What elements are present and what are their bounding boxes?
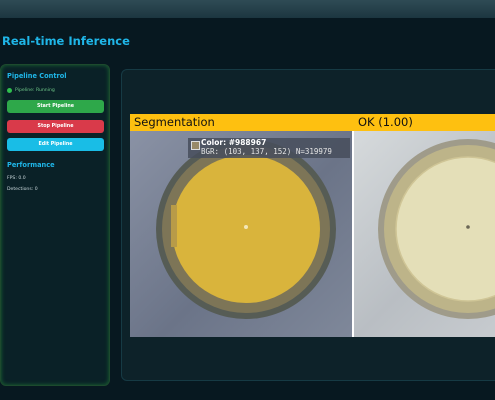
edit-pipeline-button[interactable]: Edit Pipeline (7, 138, 104, 151)
app-top-bar (0, 0, 495, 18)
ok-view (354, 131, 495, 337)
ok-result-label: OK (1.00) (358, 115, 413, 129)
fps-value: FPS: 0.0 (7, 176, 26, 181)
performance-title: Performance (7, 161, 55, 169)
segmentation-image (156, 139, 336, 319)
page-title: Real-time Inference (2, 34, 130, 48)
color-info-overlay: Color: #988967 BGR: (103, 137, 152) N=31… (188, 138, 350, 158)
start-pipeline-button[interactable]: Start Pipeline (7, 100, 104, 113)
pipeline-status: Pipeline: Running (7, 88, 55, 93)
detections-value: Detections: 0 (7, 187, 38, 192)
bgr-label: BGR: (103, 137, 152) N=319979 (201, 147, 332, 156)
pipeline-control-title: Pipeline Control (7, 72, 67, 80)
color-hex-label: Color: #988967 (201, 138, 267, 147)
pipeline-sidebar: Pipeline Control Pipeline: Running Start… (0, 64, 110, 386)
color-swatch (191, 141, 200, 150)
result-header: Segmentation OK (1.00) (130, 114, 495, 131)
segmentation-label: Segmentation (134, 115, 215, 129)
stop-pipeline-button[interactable]: Stop Pipeline (7, 120, 104, 133)
pipeline-status-text: Pipeline: Running (15, 88, 55, 93)
ok-image (378, 139, 495, 319)
segmentation-view (130, 131, 352, 337)
status-dot-icon (7, 88, 12, 93)
